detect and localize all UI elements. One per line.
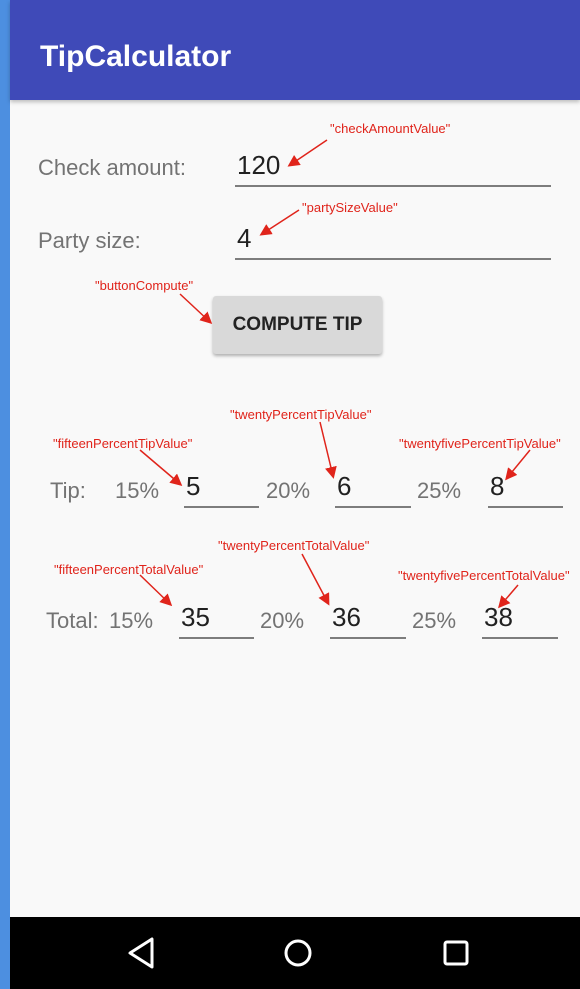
tip-label: Tip: xyxy=(50,478,86,503)
annotation-twentyfive-tip: "twentyfivePercentTipValue" xyxy=(399,436,561,451)
navigation-bar xyxy=(10,917,580,989)
annotation-twentyfive-total: "twentyfivePercentTotalValue" xyxy=(398,568,570,583)
total-20-field[interactable]: 36 xyxy=(330,597,406,639)
back-triangle-icon[interactable] xyxy=(120,931,164,975)
app-screen: TipCalculator Check amount: 120 Party si… xyxy=(0,0,580,989)
tip-20-value: 6 xyxy=(337,471,352,501)
total-label: Total: xyxy=(46,608,99,633)
total-20-percent-label: 20% xyxy=(260,608,305,633)
total-25-value: 38 xyxy=(484,602,513,632)
party-size-label: Party size: xyxy=(38,228,141,253)
arrow-button-compute xyxy=(179,293,213,325)
total-25-field[interactable]: 38 xyxy=(482,597,558,639)
party-size-input[interactable]: 4 xyxy=(235,218,551,260)
app-bar: TipCalculator xyxy=(10,0,580,100)
tip-25-field[interactable]: 8 xyxy=(488,466,563,508)
arrow-twenty-tip xyxy=(319,421,337,479)
annotation-fifteen-total: "fifteenPercentTotalValue" xyxy=(54,562,204,577)
arrow-fifteen-total xyxy=(139,574,173,607)
arrow-twenty-total xyxy=(301,553,330,606)
check-amount-value: 120 xyxy=(237,150,281,180)
total-15-field[interactable]: 35 xyxy=(179,597,254,639)
annotation-twenty-total: "twentyPercentTotalValue" xyxy=(218,538,370,553)
total-20-value: 36 xyxy=(332,602,361,632)
annotation-check-amount: "checkAmountValue" xyxy=(330,121,451,136)
total-15-percent-label: 15% xyxy=(109,608,154,633)
tip-25-percent-label: 25% xyxy=(417,478,462,503)
party-size-value: 4 xyxy=(237,223,252,253)
tip-15-value: 5 xyxy=(186,471,201,501)
tip-20-percent-label: 20% xyxy=(266,478,311,503)
tip-15-field[interactable]: 5 xyxy=(184,466,259,508)
annotation-button-compute: "buttonCompute" xyxy=(95,278,194,293)
tip-15-percent-label: 15% xyxy=(115,478,160,503)
total-25-percent-label: 25% xyxy=(412,608,457,633)
compute-tip-button[interactable]: COMPUTE TIP xyxy=(213,296,382,354)
window-edge xyxy=(0,0,10,989)
check-amount-input[interactable]: 120 xyxy=(235,145,551,187)
tip-20-field[interactable]: 6 xyxy=(335,466,411,508)
recents-square-icon[interactable] xyxy=(434,931,478,975)
annotation-twenty-tip: "twentyPercentTipValue" xyxy=(230,407,372,422)
annotation-fifteen-tip: "fifteenPercentTipValue" xyxy=(53,436,193,451)
annotation-party-size: "partySizeValue" xyxy=(302,200,398,215)
total-15-value: 35 xyxy=(181,602,210,632)
check-amount-label: Check amount: xyxy=(38,155,186,180)
app-title: TipCalculator xyxy=(40,40,232,73)
tip-25-value: 8 xyxy=(490,471,505,501)
home-circle-icon[interactable] xyxy=(276,931,320,975)
